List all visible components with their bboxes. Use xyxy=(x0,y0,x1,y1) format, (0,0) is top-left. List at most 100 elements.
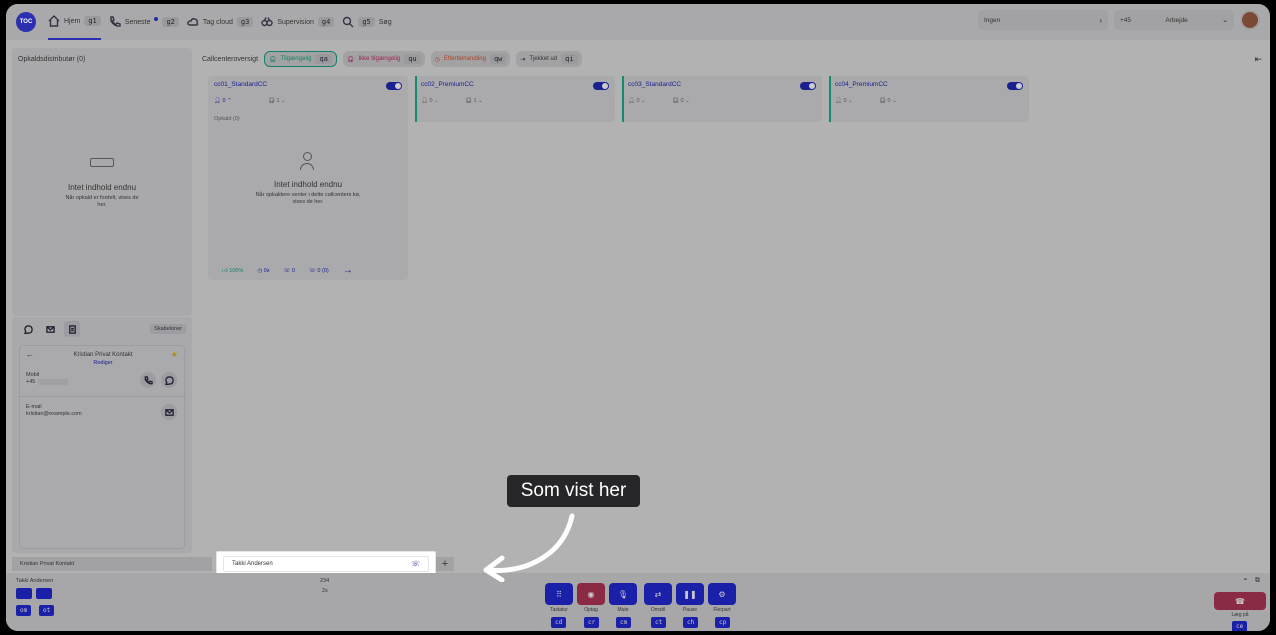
calls-stat: ☏ 0 xyxy=(283,267,295,274)
hangup-label: Læg på xyxy=(1231,612,1249,618)
mobile-label: Mobil xyxy=(26,372,40,378)
nav-supervision[interactable]: Supervision g4 xyxy=(261,4,335,40)
collapse-panel-icon[interactable]: ⇤ xyxy=(1254,54,1262,65)
contact-bottom-tab[interactable]: Kristian Privat Kontakt xyxy=(12,557,212,571)
add-tab-button[interactable]: + xyxy=(436,557,454,571)
callcenter-card: cc03_StandardCC 👤︎ 0 ⌄ 🎧︎ 0 ⌄ xyxy=(622,76,822,122)
card-empty-text: Når opkaldere venter i dette callcenters… xyxy=(255,192,361,205)
queue-count-value: 1 xyxy=(276,98,280,104)
pause-icon: ❚❚ xyxy=(683,589,697,599)
arrow-right-icon[interactable]: → xyxy=(343,265,353,276)
nav-tag-cloud[interactable]: Tag cloud g3 xyxy=(187,4,254,40)
search-icon xyxy=(343,16,354,28)
service-level-value: 100% xyxy=(229,267,244,274)
shortcut-om: om xyxy=(16,605,32,616)
filter-wrapup-shortcut: qw xyxy=(489,54,507,64)
overview-label: Callcenteroversigt xyxy=(202,55,259,63)
home-icon xyxy=(48,15,60,27)
templates-button[interactable]: Skabeloner xyxy=(150,324,186,334)
contact-bottom-tab-label: Kristian Privat Kontakt xyxy=(20,561,75,567)
callcenter-toggle[interactable] xyxy=(386,82,402,90)
caller-name: Takki Andersen xyxy=(16,578,54,584)
mail-icon[interactable] xyxy=(16,588,32,599)
hangup-button[interactable]: ☎ xyxy=(1214,592,1266,610)
callcenter-name[interactable]: cc01_StandardCC xyxy=(214,81,267,88)
phone-icon xyxy=(144,375,153,384)
queue-count[interactable]: 🎧︎ 0 ⌄ xyxy=(879,98,897,104)
nav-search[interactable]: g5 Søg xyxy=(342,4,392,40)
pause-button[interactable]: ❚❚ xyxy=(676,583,704,605)
popout-icon[interactable]: ⧉ xyxy=(1255,577,1260,585)
nav-supervision-label: Supervision xyxy=(277,18,314,26)
phone-icon xyxy=(110,16,121,27)
queue-count-value: 0 xyxy=(680,98,684,104)
mute-button[interactable]: 🎙︎ xyxy=(609,583,637,605)
filter-checked-out[interactable]: ⇥ Tjekket ud qi xyxy=(516,51,582,67)
callcenter-toggle[interactable] xyxy=(800,82,816,90)
cloud-icon xyxy=(187,18,199,26)
agents-count-value: 0 xyxy=(222,98,226,104)
queue-count-value: 1 xyxy=(473,98,477,104)
callcenter-card: cc02_PremiumCC 👤︎ 0 ⌄ 🎧︎ 1 ⌄ xyxy=(415,76,615,122)
keypad-shortcut: cd xyxy=(551,617,567,628)
keypad-button[interactable]: ⠿ xyxy=(545,583,573,605)
queue-count[interactable]: 🎧︎ 1 ⌄ xyxy=(465,98,483,104)
contact-tabs xyxy=(20,321,80,337)
status-select-value: Ingen xyxy=(984,16,1001,24)
email-button[interactable] xyxy=(161,404,177,420)
user-avatar[interactable] xyxy=(1240,10,1260,30)
email-value: kristian@example.com xyxy=(26,411,82,417)
callcenter-name[interactable]: cc02_PremiumCC xyxy=(421,81,474,88)
app-logo[interactable]: TOC xyxy=(16,12,36,32)
filter-unavailable[interactable]: 🎧︎ Ikke tilgængelig qu xyxy=(342,51,425,67)
callcenter-toggle[interactable] xyxy=(593,82,609,90)
transfer-button[interactable]: ⇄ xyxy=(644,583,672,605)
conference-icon: ⚙︎ xyxy=(718,589,726,599)
nav-tag-cloud-shortcut: g3 xyxy=(236,17,254,27)
email-label: E-mail xyxy=(26,404,42,410)
expand-icon[interactable]: ⌃ xyxy=(1242,577,1249,586)
queue-count[interactable]: 🎧︎ 0 ⌄ xyxy=(672,98,690,104)
call-distributor-panel: Opkaldsdistributør (0) Intet indhold end… xyxy=(12,48,192,316)
agents-count[interactable]: 👤︎ 0 ⌄ xyxy=(835,98,853,104)
status-select[interactable]: Ingen › xyxy=(978,10,1108,30)
empty-box-icon xyxy=(90,158,114,167)
filter-available[interactable]: 🎧︎ Tilgængelig qa xyxy=(264,51,337,67)
chat-button[interactable] xyxy=(161,372,177,388)
agents-count[interactable]: 👤︎ 0 ⌃ xyxy=(214,98,232,104)
chat-icon[interactable] xyxy=(20,321,36,337)
edit-link[interactable]: Rediger xyxy=(20,360,186,366)
contact-panel: Skabeloner ← Kristian Privat Kontakt Red… xyxy=(12,317,192,553)
nav-home[interactable]: Hjem g1 xyxy=(48,4,101,40)
chat-icon[interactable] xyxy=(36,588,52,599)
card-empty-title: Intet indhold endnu xyxy=(273,180,343,189)
filter-wrapup[interactable]: ◷ Efterbehandling qw xyxy=(430,51,511,67)
agents-count-value: 0 xyxy=(636,98,640,104)
distributor-empty-text: Når opkald er fordelt, vises de her. xyxy=(65,195,139,208)
nav-search-label: Søg xyxy=(378,18,392,26)
agents-count[interactable]: 👤︎ 0 ⌄ xyxy=(628,98,646,104)
callcenter-name[interactable]: cc03_StandardCC xyxy=(628,81,681,88)
phone-work-select[interactable]: +45 Arbejde ⌄ xyxy=(1114,10,1234,30)
agents-count[interactable]: 👤︎ 0 ⌄ xyxy=(421,98,439,104)
contact-card-icon[interactable] xyxy=(64,321,80,337)
filter-unavailable-label: Ikke tilgængelig xyxy=(358,56,401,62)
mute-shortcut: cm xyxy=(616,617,632,628)
nav-recent[interactable]: Seneste g2 xyxy=(109,4,179,40)
call-duration: 2s xyxy=(322,588,328,594)
filter-unavailable-shortcut: qu xyxy=(404,54,421,64)
queue-count[interactable]: 🎧︎ 1 ⌄ xyxy=(268,98,286,104)
mail-icon[interactable] xyxy=(42,321,58,337)
star-icon[interactable]: ★ xyxy=(171,350,178,359)
conference-label: Flerpart xyxy=(713,607,731,613)
missed-stat: ☏ 0 (0) xyxy=(308,267,329,274)
plus-icon: + xyxy=(441,558,449,570)
divider xyxy=(20,396,186,397)
conference-button[interactable]: ⚙︎ xyxy=(708,583,736,605)
call-button[interactable] xyxy=(140,372,156,388)
record-button[interactable]: ◉ xyxy=(577,583,605,605)
filter-available-label: Tilgængelig xyxy=(280,56,312,62)
callcenter-name[interactable]: cc04_PremiumCC xyxy=(835,81,888,88)
callcenter-toggle[interactable] xyxy=(1007,82,1023,90)
conference-shortcut: cp xyxy=(715,617,731,628)
